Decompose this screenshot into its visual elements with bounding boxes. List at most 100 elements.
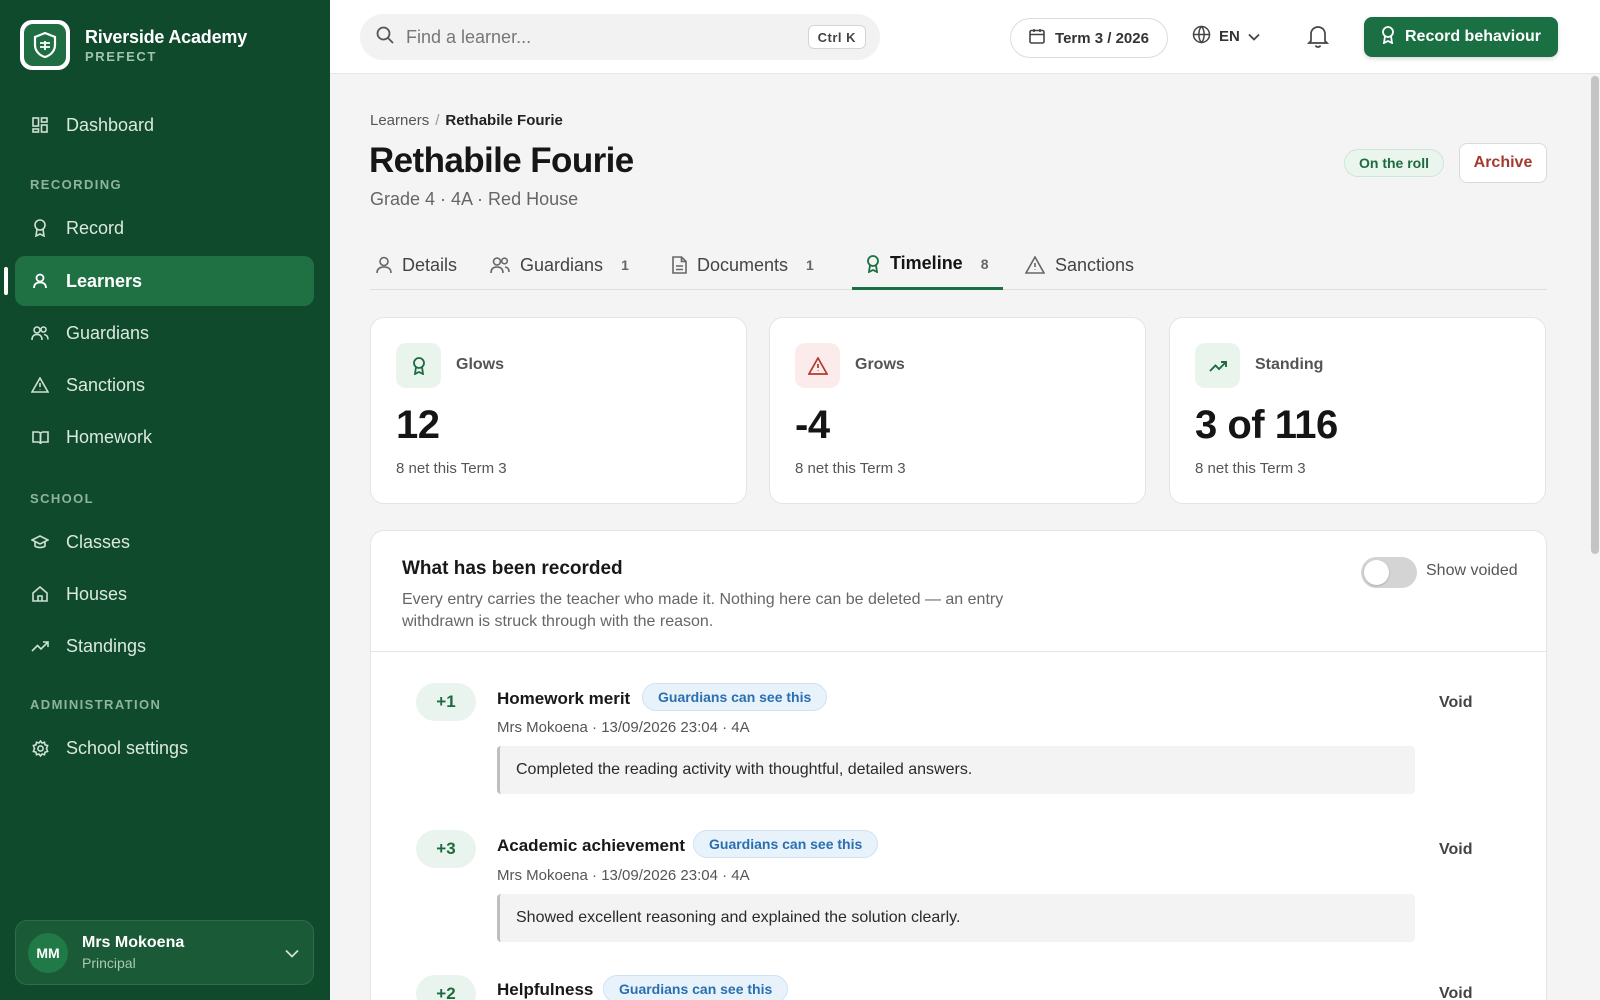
toggle-knob bbox=[1364, 560, 1389, 585]
sidebar-item-record[interactable]: Record bbox=[15, 203, 314, 253]
notifications-bell-icon[interactable] bbox=[1306, 24, 1330, 53]
tab-label: Documents bbox=[697, 254, 789, 275]
tab-label: Sanctions bbox=[1055, 254, 1135, 275]
calendar-icon bbox=[1029, 28, 1045, 48]
document-icon bbox=[672, 256, 687, 274]
show-voided-label: Show voided bbox=[1426, 562, 1518, 579]
sidebar-item-standings[interactable]: Standings bbox=[15, 621, 314, 671]
sidebar-item-label: Houses bbox=[66, 583, 128, 604]
term-selector[interactable]: Term 3 / 2026 bbox=[1010, 18, 1168, 58]
records-description: Every entry carries the teacher who made… bbox=[402, 591, 1004, 630]
records-header: What has been recorded Every entry carri… bbox=[371, 531, 1546, 652]
brand-name: Riverside Academy bbox=[85, 26, 248, 47]
keyboard-shortcut: Ctrl K bbox=[807, 25, 866, 49]
sidebar-item-classes[interactable]: Classes bbox=[15, 517, 314, 567]
entry-meta: Mrs Mokoena · 13/09/2026 23:04 · 4A bbox=[497, 719, 750, 736]
dashboard-icon bbox=[31, 116, 49, 134]
topbar: Ctrl K Term 3 / 2026 EN Record behaviour bbox=[330, 0, 1600, 74]
scrollbar-thumb[interactable] bbox=[1591, 76, 1599, 554]
tab-sanctions[interactable]: Sanctions bbox=[1025, 240, 1134, 290]
sidebar-item-label: Standings bbox=[66, 635, 147, 656]
stat-label: Standing bbox=[1255, 356, 1324, 373]
award-icon bbox=[1381, 25, 1395, 49]
brand[interactable]: Riverside Academy PREFECT bbox=[20, 20, 247, 70]
entry-note: Completed the reading activity with thou… bbox=[497, 746, 1415, 794]
breadcrumb-learners-link[interactable]: Learners bbox=[370, 112, 429, 129]
term-label: Term 3 / 2026 bbox=[1055, 29, 1149, 47]
void-button[interactable]: Void bbox=[1439, 694, 1472, 712]
tab-guardians[interactable]: Guardians 1 bbox=[490, 240, 629, 290]
award-icon bbox=[396, 343, 441, 388]
book-icon bbox=[31, 428, 49, 446]
breadcrumb-current: Rethabile Fourie bbox=[445, 112, 563, 129]
record-behaviour-button[interactable]: Record behaviour bbox=[1364, 17, 1558, 57]
sidebar: Riverside Academy PREFECT Dashboard RECO… bbox=[0, 0, 330, 1000]
trending-up-icon bbox=[31, 637, 49, 655]
trending-up-icon bbox=[1195, 343, 1240, 388]
award-icon bbox=[866, 254, 880, 273]
sidebar-item-label: Homework bbox=[66, 426, 153, 447]
stat-value: 12 bbox=[396, 403, 440, 447]
user-icon bbox=[31, 272, 49, 290]
active-indicator bbox=[4, 267, 8, 295]
gear-icon bbox=[31, 739, 49, 757]
award-icon bbox=[31, 219, 49, 237]
brand-subtitle: PREFECT bbox=[85, 48, 157, 64]
sidebar-item-label: Dashboard bbox=[66, 114, 155, 135]
school-crest-icon bbox=[20, 20, 70, 70]
warning-icon bbox=[1025, 256, 1045, 274]
sidebar-item-houses[interactable]: Houses bbox=[15, 569, 314, 619]
user-menu[interactable]: MM Mrs Mokoena Principal bbox=[15, 920, 314, 985]
tab-documents[interactable]: Documents 1 bbox=[672, 240, 814, 290]
void-button[interactable]: Void bbox=[1439, 841, 1472, 859]
sidebar-item-sanctions[interactable]: Sanctions bbox=[15, 360, 314, 410]
entry-title: Homework merit bbox=[497, 689, 631, 708]
search-input[interactable] bbox=[406, 26, 786, 48]
language-label: EN bbox=[1219, 28, 1240, 45]
graduation-cap-icon bbox=[31, 533, 49, 551]
globe-icon bbox=[1192, 25, 1211, 48]
stat-card-standing: Standing 3 of 116 8 net this Term 3 bbox=[1169, 317, 1546, 504]
sidebar-item-dashboard[interactable]: Dashboard bbox=[15, 100, 314, 150]
stat-card-glows: Glows 12 8 net this Term 3 bbox=[370, 317, 747, 504]
tab-bar: Details Guardians 1 Documents 1 Timeline… bbox=[370, 240, 1547, 290]
archive-button[interactable]: Archive bbox=[1459, 143, 1547, 183]
show-voided-toggle[interactable] bbox=[1361, 557, 1417, 588]
stat-value: -4 bbox=[795, 403, 830, 447]
void-button[interactable]: Void bbox=[1439, 985, 1472, 1000]
warning-icon bbox=[795, 343, 840, 388]
tab-label: Guardians bbox=[520, 254, 604, 275]
sidebar-item-label: Learners bbox=[66, 270, 143, 291]
sidebar-item-learners[interactable]: Learners bbox=[15, 256, 314, 306]
points-badge: +1 bbox=[416, 683, 476, 721]
tab-label: Timeline bbox=[890, 253, 963, 273]
search-box[interactable]: Ctrl K bbox=[360, 14, 880, 60]
tab-count: 1 bbox=[621, 257, 629, 273]
sidebar-item-label: Sanctions bbox=[66, 374, 146, 395]
learner-details: Grade 4 · 4A · Red House bbox=[370, 189, 579, 209]
stat-note: 8 net this Term 3 bbox=[795, 460, 906, 477]
sidebar-item-homework[interactable]: Homework bbox=[15, 412, 314, 462]
visibility-badge: Guardians can see this bbox=[642, 683, 828, 711]
avatar: MM bbox=[28, 932, 68, 973]
tab-label: Details bbox=[402, 254, 458, 275]
page-title: Rethabile Fourie bbox=[369, 141, 634, 180]
users-icon bbox=[31, 324, 49, 342]
breadcrumb-separator: / bbox=[435, 112, 440, 129]
tab-timeline[interactable]: Timeline 8 bbox=[852, 240, 1003, 290]
language-selector[interactable]: EN bbox=[1192, 25, 1260, 48]
stat-note: 8 net this Term 3 bbox=[396, 460, 507, 477]
tab-details[interactable]: Details bbox=[376, 240, 457, 290]
user-icon bbox=[376, 256, 392, 274]
sidebar-item-school-settings[interactable]: School settings bbox=[15, 723, 314, 773]
nav-section-recording: RECORDING bbox=[30, 177, 123, 192]
visibility-badge: Guardians can see this bbox=[693, 830, 879, 858]
records-title: What has been recorded bbox=[402, 558, 623, 579]
sidebar-item-guardians[interactable]: Guardians bbox=[15, 308, 314, 358]
warning-icon bbox=[31, 376, 49, 394]
stat-label: Grows bbox=[855, 356, 905, 373]
record-behaviour-label: Record behaviour bbox=[1404, 28, 1542, 45]
stat-label: Glows bbox=[456, 356, 505, 373]
sidebar-item-label: School settings bbox=[66, 737, 189, 758]
chevron-down-icon bbox=[285, 945, 299, 963]
